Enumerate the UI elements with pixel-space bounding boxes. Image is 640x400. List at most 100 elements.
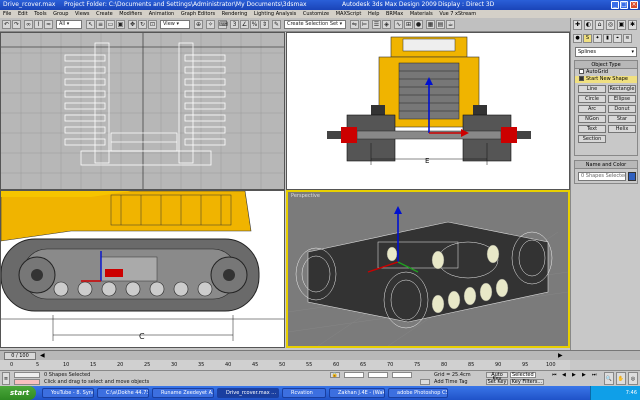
helix-button[interactable]: Helix [608, 125, 636, 133]
minimize-button[interactable]: _ [611, 1, 619, 9]
taskbar-item[interactable]: C:\a\Dokhe 44.73... [97, 388, 149, 398]
object-type-header[interactable]: Object Type [575, 61, 637, 69]
rectangle-button[interactable]: Rectangle [608, 85, 636, 93]
menu-item-customize[interactable]: Customize [303, 11, 329, 17]
menu-item-create[interactable]: Create [96, 11, 113, 17]
menu-item-lighting-analysis[interactable]: Lighting Analysis [254, 11, 296, 17]
redo-icon[interactable]: ↷ [12, 20, 21, 29]
lights-icon[interactable]: ✦ [593, 34, 602, 43]
rendered-frame-icon[interactable]: ▤ [436, 20, 445, 29]
arc-button[interactable]: Arc [578, 105, 606, 113]
prev-key-icon[interactable]: ◀ [562, 372, 570, 378]
section-button[interactable]: Section [578, 135, 606, 143]
autogrid-check[interactable] [579, 69, 584, 74]
align-icon[interactable]: ⊨ [360, 20, 369, 29]
menu-item-animation[interactable]: Animation [149, 11, 175, 17]
category-dropdown[interactable]: Splines ▾ [575, 47, 637, 57]
graphite-icon[interactable]: ◈ [382, 20, 391, 29]
tab-display[interactable]: ▣ [617, 20, 626, 30]
menu-item-views[interactable]: Views [75, 11, 89, 17]
material-editor-icon[interactable]: ● [414, 20, 423, 29]
taskbar-item[interactable]: YouTube - 8. Sync... [42, 388, 94, 398]
play-icon[interactable]: ▶ [572, 372, 580, 378]
angle-snap-icon[interactable]: ∠ [240, 20, 249, 29]
orbit-icon[interactable]: ◎ [628, 372, 638, 385]
add-time-tag[interactable]: Add Time Tag [434, 379, 468, 385]
menu-item-file[interactable]: File [3, 11, 11, 17]
key-filters-button[interactable]: Key Filters... [510, 379, 544, 385]
percent-snap-icon[interactable]: % [250, 20, 259, 29]
autogrid-checkbox[interactable]: AutoGrid [575, 69, 637, 76]
bind-icon[interactable]: ≈ [44, 20, 53, 29]
menu-item-help[interactable]: Help [368, 11, 379, 17]
spinner-snap-icon[interactable]: ⇕ [260, 20, 269, 29]
text-button[interactable]: Text [578, 125, 606, 133]
window-crossing-icon[interactable]: ▣ [116, 20, 125, 29]
maxscript-error-field[interactable] [14, 379, 40, 385]
pan-icon[interactable]: ✋ [616, 372, 626, 385]
coord-y-field[interactable] [368, 372, 388, 378]
time-tag-icon[interactable] [420, 379, 430, 385]
schematic-view-icon[interactable]: ⊞ [404, 20, 413, 29]
auto-key-button[interactable]: Auto Key [486, 372, 508, 382]
pivot-icon[interactable]: ⊕ [194, 20, 203, 29]
ellipse-button[interactable]: Ellipse [608, 95, 636, 103]
render-setup-icon[interactable]: ▦ [426, 20, 435, 29]
next-key-icon[interactable]: ▶ [582, 372, 590, 378]
donut-button[interactable]: Donut [608, 105, 636, 113]
tab-hierarchy[interactable]: ⌂ [595, 20, 604, 30]
clock[interactable]: 7:46 [626, 390, 637, 396]
move-icon[interactable]: ✥ [128, 20, 137, 29]
viewport-left[interactable]: C [0, 190, 285, 348]
viewport-perspective[interactable]: Perspective [286, 190, 570, 348]
close-button[interactable]: × [630, 1, 638, 9]
scale-icon[interactable]: ⊡ [148, 20, 157, 29]
rect-selection-icon[interactable]: ▭ [106, 20, 115, 29]
unlink-icon[interactable]: ⌇ [34, 20, 43, 29]
layer-manager-icon[interactable]: ☰ [372, 20, 381, 29]
taskbar-item[interactable]: Rcvation [282, 388, 326, 398]
start-button[interactable]: start [0, 386, 36, 400]
shapes-icon[interactable]: S [583, 34, 592, 43]
viewport-top[interactable] [0, 32, 285, 190]
next-frame-icon[interactable]: ▶ [558, 352, 566, 360]
cameras-icon[interactable]: ▮ [603, 34, 612, 43]
menu-item-graph-editors[interactable]: Graph Editors [181, 11, 215, 17]
menu-item-vue[interactable]: Vue 7 xStream [439, 11, 476, 17]
menu-item-edit[interactable]: Edit [18, 11, 28, 17]
menu-item-tools[interactable]: Tools [34, 11, 46, 17]
time-slider[interactable]: 0 / 100 ◀ ▶ [0, 350, 640, 360]
geometry-icon[interactable]: ● [573, 34, 582, 43]
start-new-shape-check[interactable] [579, 76, 584, 81]
select-object-icon[interactable]: ↖ [86, 20, 95, 29]
edit-named-selection-icon[interactable]: ✎ [272, 20, 281, 29]
circle-button[interactable]: Circle [578, 95, 606, 103]
maximize-button[interactable]: □ [620, 1, 628, 9]
zoom-icon[interactable]: 🔍 [604, 372, 614, 385]
named-selection-set-dropdown[interactable]: Create Selection Set ▾ [284, 20, 346, 29]
star-button[interactable]: Star [608, 115, 636, 123]
menu-item-group[interactable]: Group [53, 11, 68, 17]
track-bar[interactable]: 0 5 10 15 20 25 30 35 40 45 50 55 60 65 … [0, 360, 570, 370]
taskbar-item[interactable]: Zakhan J.4E - (Waka... [329, 388, 385, 398]
select-by-name-icon[interactable]: ≡ [96, 20, 105, 29]
key-mode-dropdown[interactable]: Selected [510, 372, 536, 378]
goto-start-icon[interactable]: ⏮ [552, 372, 560, 378]
tab-modify[interactable]: ◐ [584, 20, 593, 30]
selection-filter-dropdown[interactable]: All ▾ [56, 20, 82, 29]
viewport-front[interactable]: E [286, 32, 570, 190]
time-slider-thumb[interactable]: 0 / 100 [4, 352, 36, 360]
coord-x-field[interactable] [344, 372, 364, 378]
curve-editor-icon[interactable]: ∿ [394, 20, 403, 29]
maxscript-listener-icon[interactable]: ≡ [2, 372, 10, 385]
start-new-shape-checkbox[interactable]: Start New Shape [575, 76, 637, 83]
menu-item-brmax[interactable]: BRMax [386, 11, 403, 17]
line-button[interactable]: Line [578, 85, 606, 93]
taskbar-item-active[interactable]: Drive_rcover.max ... [217, 388, 279, 398]
render-icon[interactable]: ☕ [446, 20, 455, 29]
helpers-icon[interactable]: ⌖ [613, 34, 622, 43]
prev-frame-icon[interactable]: ◀ [40, 352, 48, 360]
set-key-button[interactable]: Set Key [486, 379, 508, 385]
tab-motion[interactable]: ◎ [606, 20, 615, 30]
menu-item-modifiers[interactable]: Modifiers [119, 11, 142, 17]
